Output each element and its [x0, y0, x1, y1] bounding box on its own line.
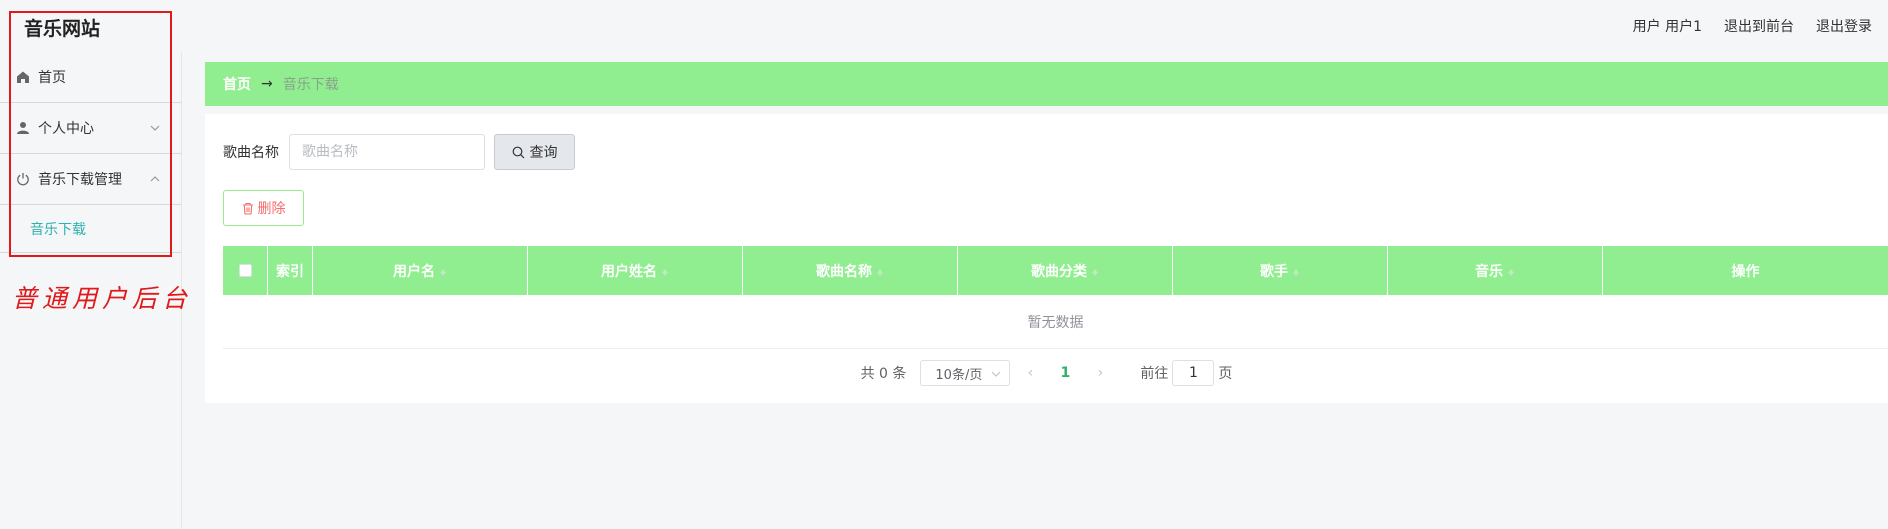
breadcrumb-current: 音乐下载: [282, 77, 339, 93]
pagination: 共 0 条 10条/页 ‹ 1 › 前往 页: [205, 360, 1888, 386]
column-header-username[interactable]: 用户名: [313, 246, 528, 295]
sort-icon[interactable]: [1091, 266, 1099, 276]
breadcrumb-home[interactable]: 首页: [223, 74, 251, 94]
goto-page-input[interactable]: [1172, 360, 1215, 386]
page-size-value: 10条/页: [935, 367, 983, 383]
column-header-music[interactable]: 音乐: [1388, 246, 1603, 295]
breadcrumb: 首页 → 音乐下载: [205, 62, 1888, 106]
current-user-label: 用户 用户1: [1632, 19, 1702, 35]
delete-button[interactable]: 删除: [223, 190, 304, 226]
select-all-checkbox[interactable]: [238, 264, 252, 277]
home-icon: [17, 71, 29, 83]
annotation-note: 普通用户后台: [12, 284, 193, 313]
query-button-label: 查询: [529, 145, 558, 161]
top-bar: 音乐网站 用户 用户1 退出到前台 退出登录: [0, 0, 1888, 52]
power-icon: [17, 173, 29, 186]
column-header-label: 音乐: [1475, 263, 1503, 280]
back-to-front-link[interactable]: 退出到前台: [1724, 16, 1794, 36]
sort-icon[interactable]: [876, 266, 884, 276]
site-title: 音乐网站: [24, 18, 101, 40]
sidebar-item-personal-center[interactable]: 个人中心: [0, 103, 181, 154]
breadcrumb-separator: →: [261, 76, 273, 92]
chevron-down-icon: [991, 371, 1001, 377]
prev-page-button[interactable]: ‹: [1015, 365, 1045, 381]
sort-icon[interactable]: [439, 266, 447, 276]
song-name-search-input[interactable]: [289, 134, 485, 170]
chevron-up-icon: [150, 176, 160, 182]
table-empty-state: 暂无数据: [223, 295, 1888, 349]
music-download-table: 索引 用户名 用户姓名 歌曲名称 歌曲分类 歌手 音乐 操作 暂无数据: [223, 246, 1888, 349]
column-header-label: 歌曲分类: [1031, 263, 1087, 280]
sidebar-item-label: 首页: [38, 70, 66, 86]
column-header-label: 歌曲名称: [816, 263, 872, 280]
goto-label: 前往: [1140, 366, 1169, 382]
sidebar-item-label: 个人中心: [38, 121, 94, 137]
user-icon: [17, 122, 29, 134]
column-header-label: 用户名: [393, 263, 435, 280]
chevron-down-icon: [150, 125, 160, 131]
delete-button-label: 删除: [257, 201, 286, 217]
search-row: 歌曲名称 查询: [223, 134, 575, 170]
search-icon: [512, 146, 524, 158]
content-panel: 歌曲名称 查询 删除 索引 用户名 用户姓名 歌曲名称: [205, 114, 1888, 403]
select-all-cell: [223, 246, 268, 295]
sidebar-subitem-label: 音乐下载: [30, 221, 86, 238]
page-suffix: 页: [1218, 366, 1233, 382]
page-size-select[interactable]: 10条/页: [920, 360, 1011, 386]
sidebar-item-home[interactable]: 首页: [0, 52, 181, 103]
sort-icon[interactable]: [1507, 266, 1515, 276]
column-header-label: 歌手: [1260, 263, 1288, 280]
column-header-user-fullname[interactable]: 用户姓名: [528, 246, 743, 295]
pagination-total: 共 0 条: [860, 366, 907, 382]
sidebar-subitem-music-download[interactable]: 音乐下载: [0, 205, 181, 253]
table-header: 索引 用户名 用户姓名 歌曲名称 歌曲分类 歌手 音乐 操作: [223, 246, 1888, 295]
query-button[interactable]: 查询: [494, 134, 575, 170]
column-header-song-category[interactable]: 歌曲分类: [958, 246, 1173, 295]
sort-icon[interactable]: [661, 266, 669, 276]
trash-icon: [242, 202, 253, 215]
column-header-label: 用户姓名: [601, 263, 657, 280]
page-number-current[interactable]: 1: [1050, 365, 1080, 381]
sort-icon[interactable]: [1292, 266, 1300, 276]
column-header-actions: 操作: [1603, 246, 1888, 295]
next-page-button[interactable]: ›: [1085, 365, 1115, 381]
column-header-label: 索引: [276, 263, 304, 280]
column-header-index: 索引: [268, 246, 313, 295]
logout-link[interactable]: 退出登录: [1816, 16, 1872, 36]
column-header-song-name[interactable]: 歌曲名称: [743, 246, 958, 295]
sidebar-item-music-download-management[interactable]: 音乐下载管理: [0, 154, 181, 205]
top-links: 用户 用户1 退出到前台 退出登录: [1633, 16, 1872, 36]
search-label: 歌曲名称: [223, 145, 279, 161]
column-header-label: 操作: [1731, 263, 1760, 280]
sidebar-item-label: 音乐下载管理: [38, 172, 122, 188]
column-header-singer[interactable]: 歌手: [1173, 246, 1388, 295]
